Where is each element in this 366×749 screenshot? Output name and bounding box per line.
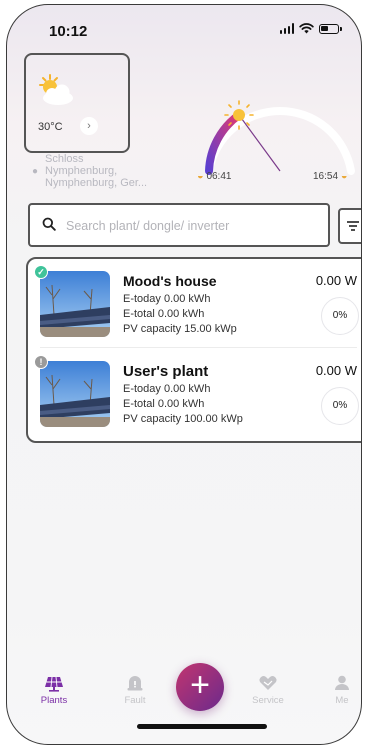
plant-e-total: E-total 0.00 kWh: [123, 398, 205, 410]
alert-icon: [127, 676, 143, 691]
tab-service[interactable]: Service: [243, 673, 293, 706]
plant-thumbnail: [40, 271, 110, 337]
plant-card[interactable]: ✓ Mood's house 0.00 W E-today 0.00 kWh E…: [28, 263, 361, 349]
plant-e-today: E-today 0.00 kWh: [123, 293, 211, 305]
sunrise-icon: ◒: [197, 170, 204, 182]
location-line-2: Nymphenburg,: [45, 165, 118, 177]
partly-sunny-icon: [39, 74, 73, 105]
plant-e-total: E-total 0.00 kWh: [123, 308, 205, 320]
temperature: 30°C: [38, 121, 63, 133]
search-icon: [42, 217, 56, 231]
search-bar[interactable]: [28, 203, 330, 247]
weather-card[interactable]: 30°C ›: [24, 53, 130, 153]
home-indicator[interactable]: [137, 724, 267, 729]
sunrise-value: 06:41: [206, 171, 232, 182]
plant-name: User's plant: [123, 363, 209, 380]
sunrise-time: ◒ 06:41: [197, 170, 231, 182]
tab-plants[interactable]: Plants: [29, 673, 79, 706]
cellular-signal-icon: [279, 23, 294, 34]
plant-pv-capacity: PV capacity 15.00 kWp: [123, 323, 237, 335]
location-line-1: Schloss: [45, 153, 84, 165]
tab-fault[interactable]: Fault: [110, 673, 160, 706]
solar-panel-icon: [45, 676, 63, 692]
warning-status-icon: !: [34, 355, 48, 369]
sunset-icon: ◒: [340, 170, 348, 182]
plant-e-today: E-today 0.00 kWh: [123, 383, 211, 395]
weather-chevron-icon[interactable]: ›: [80, 117, 98, 135]
sunset-value: 16:54: [313, 171, 339, 182]
status-bar: 10:12: [7, 5, 361, 49]
add-plant-button[interactable]: +: [176, 663, 224, 711]
handshake-icon: [259, 676, 277, 690]
tab-service-label: Service: [252, 695, 284, 706]
plant-power: 0.00 W: [315, 363, 357, 378]
user-icon: [335, 675, 349, 690]
online-status-icon: ✓: [34, 265, 48, 279]
filter-button[interactable]: [338, 208, 361, 244]
plant-power: 0.00 W: [315, 273, 357, 288]
plant-name: Mood's house: [123, 273, 217, 289]
location-line-3: Nymphenburg, Ger...: [45, 177, 148, 189]
tab-me-label: Me: [335, 695, 349, 706]
plant-list: ✓ Mood's house 0.00 W E-today 0.00 kWh E…: [26, 257, 361, 443]
status-icons: [279, 23, 342, 34]
status-time: 10:12: [49, 23, 88, 40]
filter-icon: [347, 221, 359, 231]
sunset-time: 16:54 ◒: [313, 170, 347, 182]
battery-icon: [319, 23, 342, 34]
search-input[interactable]: [64, 215, 318, 237]
plant-percentage: 0%: [321, 297, 359, 335]
plant-percentage: 0%: [321, 387, 359, 425]
wifi-icon: [299, 23, 314, 34]
tab-plants-label: Plants: [40, 695, 68, 706]
plant-pv-capacity: PV capacity 100.00 kWp: [123, 413, 243, 425]
sun-path-arc: [205, 100, 355, 175]
location-text: Schloss Nymphenburg, Nymphenburg, Ger...…: [32, 153, 148, 189]
tab-fault-label: Fault: [124, 695, 146, 706]
plant-thumbnail: [40, 361, 110, 427]
tab-me[interactable]: Me: [317, 673, 361, 706]
plant-card[interactable]: ! User's plant 0.00 W E-today 0.00 kWh E…: [28, 353, 361, 439]
location-pin-icon: ●: [32, 166, 39, 177]
divider: [40, 347, 357, 348]
phone-screen: 10:12 30°C › Schloss Nymphenburg, Nymphe…: [6, 4, 362, 745]
